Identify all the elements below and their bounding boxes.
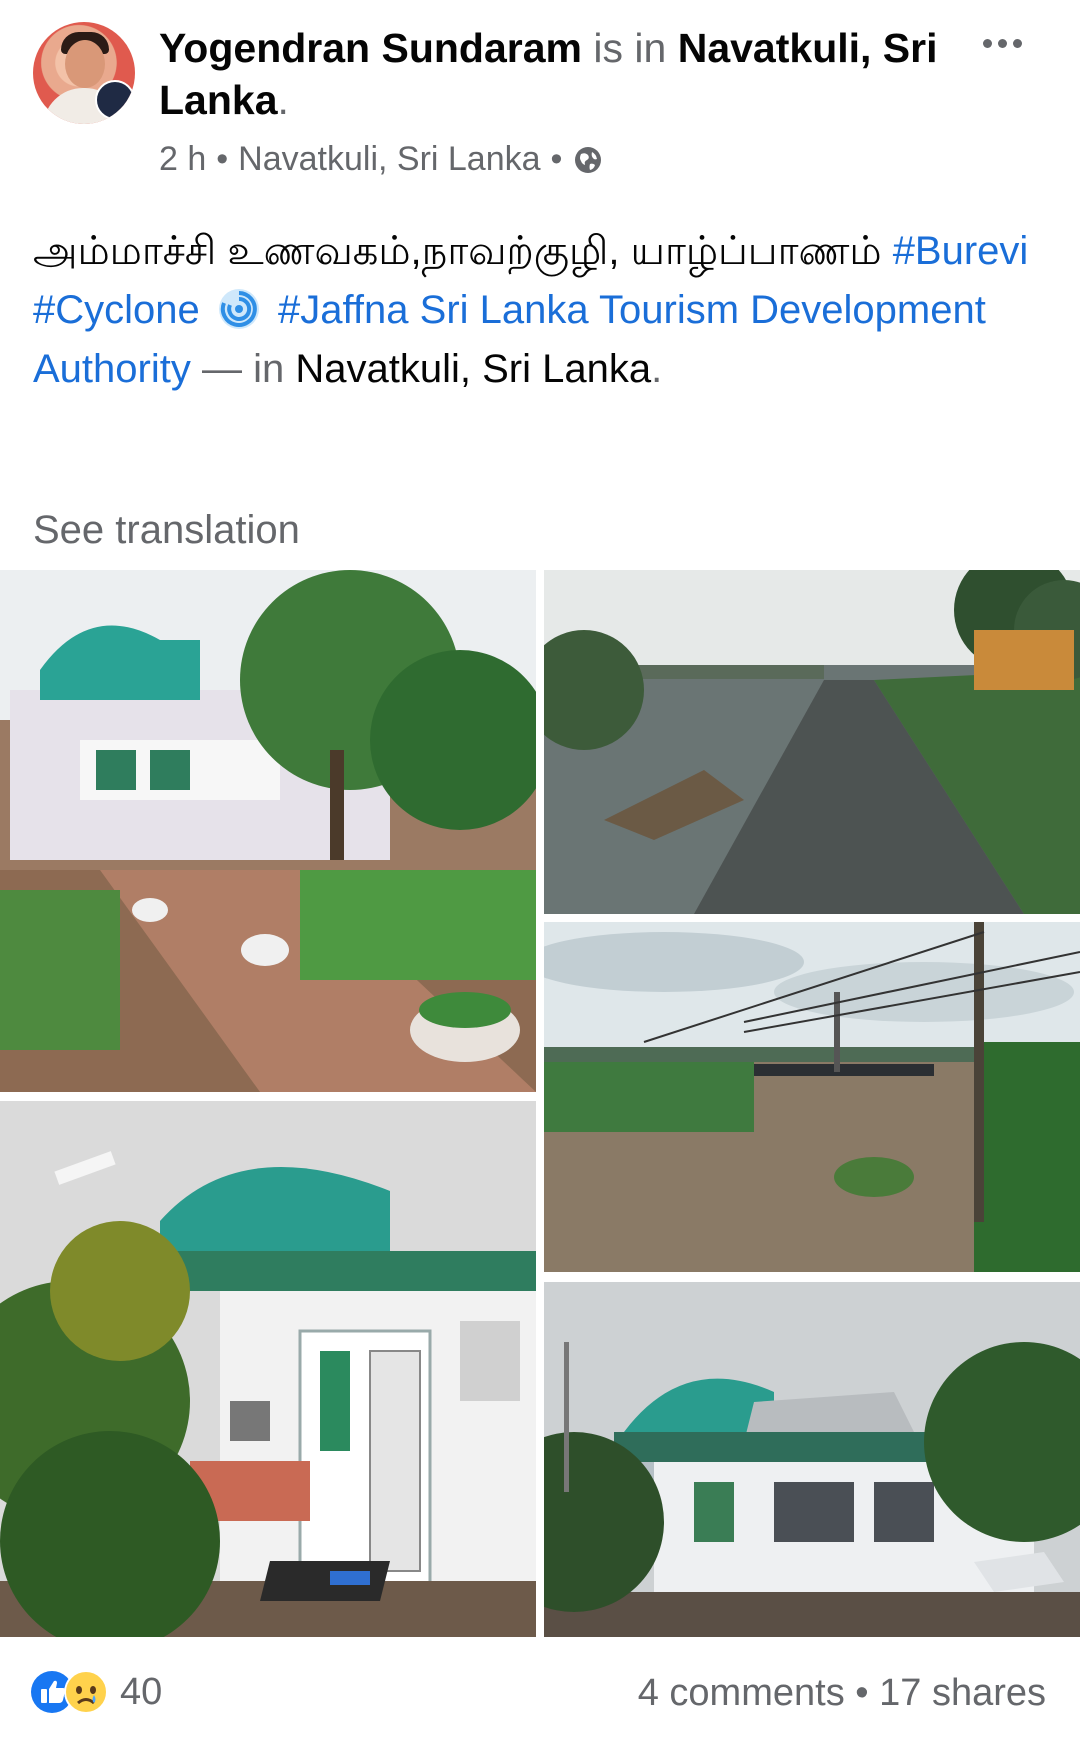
more-dot bbox=[982, 38, 992, 48]
see-translation-link[interactable]: See translation bbox=[33, 508, 300, 553]
photo-3-illustration bbox=[544, 922, 1080, 1272]
cyclone-icon bbox=[218, 289, 259, 329]
avatar-badge bbox=[95, 80, 135, 120]
globe-icon bbox=[575, 146, 602, 173]
author-avatar[interactable] bbox=[33, 22, 135, 124]
post-meta: 2 h • Navatkuli, Sri Lanka • bbox=[159, 140, 604, 179]
author-line: Yogendran Sundaram is in Navatkuli, Sri … bbox=[159, 22, 959, 126]
photo-5-illustration bbox=[544, 1282, 1080, 1637]
sad-icon bbox=[64, 1670, 108, 1714]
hashtag-jaffna[interactable]: #Jaffna bbox=[278, 288, 409, 332]
photo-4[interactable] bbox=[0, 1101, 536, 1637]
tamil-text: அம்மாச்சி உணவகம்,நாவற்குழி, யாழ்ப்பாணம் bbox=[33, 229, 882, 273]
more-dot bbox=[1012, 38, 1022, 48]
comments-shares-link[interactable]: 4 comments • 17 shares bbox=[638, 1672, 1046, 1715]
place-link[interactable]: Navatkuli, Sri Lanka bbox=[295, 347, 651, 391]
author-name[interactable]: Yogendran Sundaram bbox=[159, 25, 582, 71]
photo-2-illustration bbox=[544, 570, 1080, 914]
meta-separator-2: • bbox=[550, 140, 563, 178]
avatar-face bbox=[65, 40, 105, 88]
period-text: . bbox=[277, 77, 289, 123]
post-time[interactable]: 2 h bbox=[159, 140, 206, 179]
hashtag-burevi[interactable]: #Burevi bbox=[893, 229, 1029, 273]
post-footer: 40 4 comments • 17 shares bbox=[0, 1660, 1080, 1736]
hashtag-cyclone[interactable]: #Cyclone bbox=[33, 288, 200, 332]
is-in-text: is in bbox=[593, 25, 667, 71]
reaction-count: 40 bbox=[120, 1670, 163, 1713]
reactions-summary[interactable]: 40 bbox=[30, 1670, 162, 1714]
post-text: அம்மாச்சி உணவகம்,நாவற்குழி, யாழ்ப்பாணம் … bbox=[33, 222, 1053, 399]
photo-3[interactable] bbox=[544, 922, 1080, 1272]
meta-location[interactable]: Navatkuli, Sri Lanka bbox=[238, 140, 540, 179]
photo-2[interactable] bbox=[544, 570, 1080, 914]
more-options-button[interactable] bbox=[972, 28, 1032, 58]
meta-separator: • bbox=[216, 140, 229, 178]
photo-5[interactable] bbox=[544, 1282, 1080, 1637]
photo-1[interactable] bbox=[0, 570, 536, 1092]
more-dot bbox=[997, 38, 1007, 48]
end-period: . bbox=[651, 347, 663, 391]
photo-4-illustration bbox=[0, 1101, 536, 1637]
photo-1-illustration bbox=[0, 570, 536, 1092]
post-header: Yogendran Sundaram is in Navatkuli, Sri … bbox=[0, 0, 1080, 190]
dash-in-text: — in bbox=[201, 347, 285, 391]
